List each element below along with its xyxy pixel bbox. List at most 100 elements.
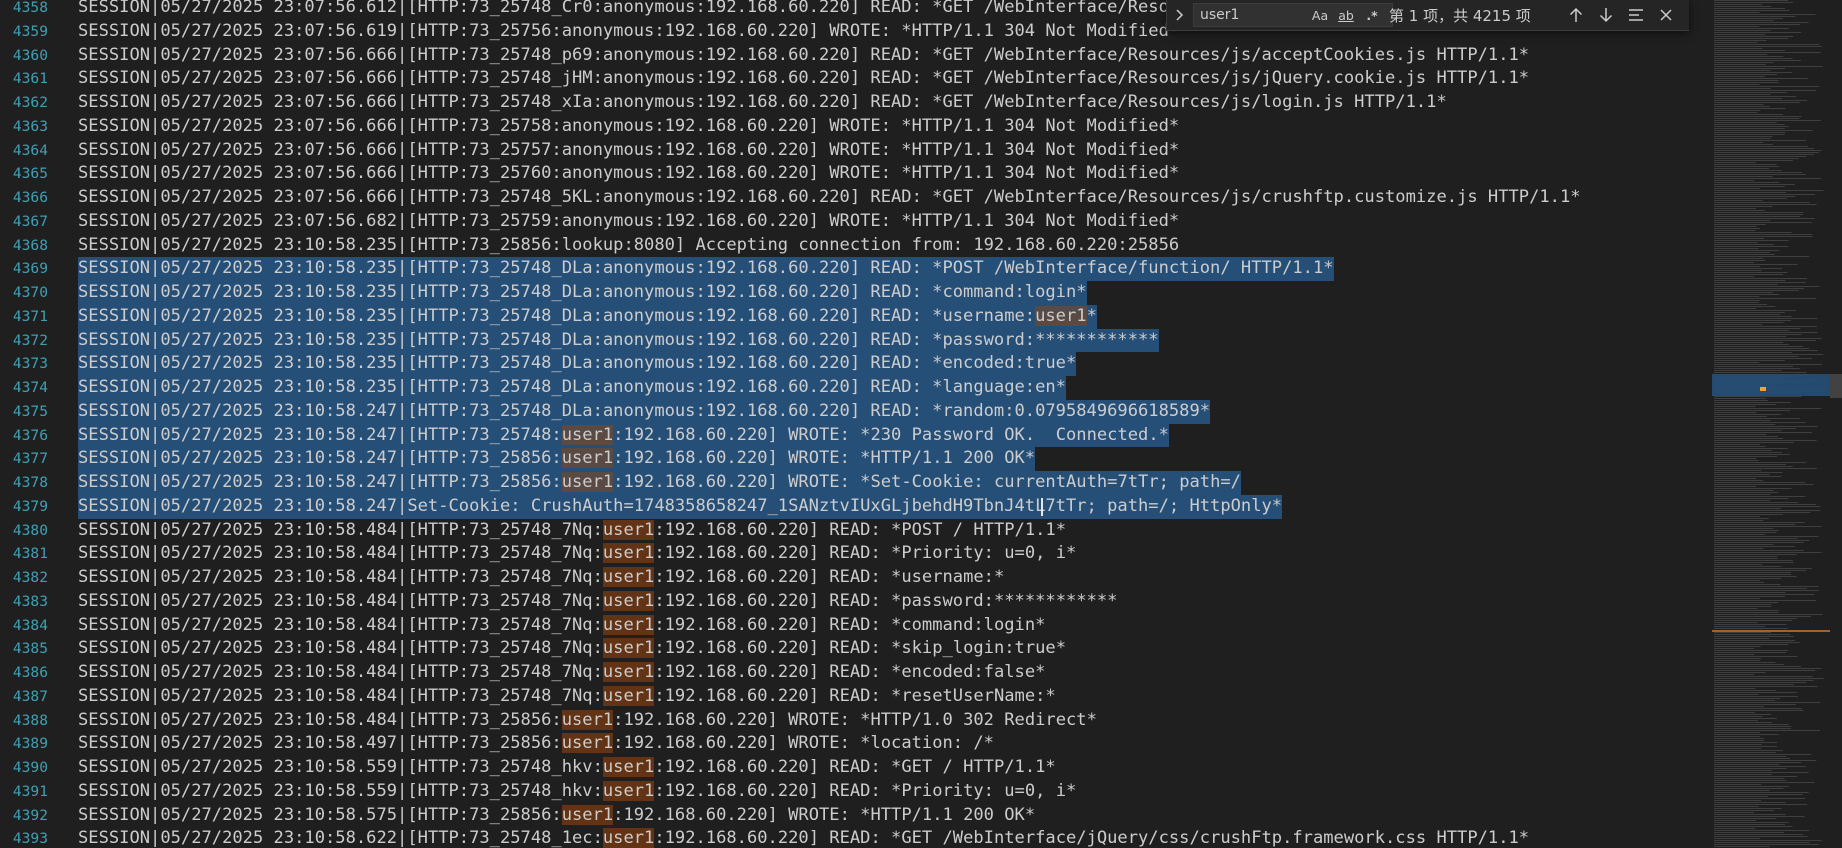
- find-in-selection-icon[interactable]: [1623, 4, 1649, 26]
- minimap-line: [1714, 236, 1814, 237]
- code-line[interactable]: 4385 SESSION|05/27/2025 23:10:58.484|[HTT…: [0, 637, 1712, 661]
- minimap-line: [1714, 842, 1810, 843]
- minimap-line: [1714, 114, 1783, 115]
- line-number: 4382: [12, 569, 48, 586]
- minimap-line: [1714, 608, 1758, 609]
- code-line[interactable]: 4388 SESSION|05/27/2025 23:10:58.484|[HTT…: [0, 709, 1712, 733]
- arrow-up-icon[interactable]: [1563, 4, 1589, 26]
- code-line[interactable]: 4389 SESSION|05/27/2025 23:10:58.497|[HTT…: [0, 732, 1712, 756]
- code-line[interactable]: 4362 SESSION|05/27/2025 23:07:56.666|[HTT…: [0, 91, 1712, 115]
- line-text: SESSION|05/27/2025 23:10:58.247|[HTTP:73…: [78, 447, 1036, 471]
- arrow-down-icon[interactable]: [1593, 4, 1619, 26]
- minimap-line: [1714, 434, 1767, 435]
- minimap-line: [1714, 806, 1759, 807]
- code-line[interactable]: 4378 SESSION|05/27/2025 23:10:58.247|[HTT…: [0, 471, 1712, 495]
- code-line[interactable]: 4376 SESSION|05/27/2025 23:10:58.247|[HTT…: [0, 423, 1712, 448]
- code-line[interactable]: 4364 SESSION|05/27/2025 23:07:56.666|[HTT…: [0, 139, 1712, 163]
- code-line[interactable]: 4363 SESSION|05/27/2025 23:07:56.666|[HTT…: [0, 115, 1712, 139]
- search-match: user1: [602, 519, 655, 540]
- find-input[interactable]: [1200, 5, 1310, 25]
- code-line[interactable]: 4379 SESSION|05/27/2025 23:10:58.247|Set-…: [0, 494, 1712, 519]
- minimap-line: [1714, 518, 1769, 519]
- editor-text-area[interactable]: 4358 SESSION|05/27/2025 23:07:56.612|[HTT…: [0, 0, 1712, 848]
- search-match: user1: [602, 567, 655, 587]
- minimap-line: [1714, 342, 1784, 343]
- code-line[interactable]: 4367 SESSION|05/27/2025 23:07:56.682|[HTT…: [0, 210, 1712, 234]
- minimap-line: [1714, 522, 1805, 523]
- minimap-line: [1714, 590, 1819, 591]
- minimap-line: [1714, 840, 1822, 841]
- code-line[interactable]: 4372 SESSION|05/27/2025 23:10:58.235|[HTT…: [0, 328, 1712, 353]
- close-icon[interactable]: [1653, 4, 1679, 26]
- code-line[interactable]: 4382 SESSION|05/27/2025 23:10:58.484|[HTT…: [0, 566, 1712, 590]
- minimap-line: [1714, 100, 1808, 101]
- minimap-line: [1714, 396, 1802, 397]
- search-match: user1: [602, 662, 655, 682]
- line-text: SESSION|05/27/2025 23:07:56.666|[HTTP:73…: [78, 115, 1180, 136]
- minimap-line: [1714, 412, 1757, 413]
- code-line[interactable]: 4369 SESSION|05/27/2025 23:10:58.235|[HTT…: [0, 257, 1712, 281]
- code-line[interactable]: 4370 SESSION|05/27/2025 23:10:58.235|[HTT…: [0, 281, 1712, 305]
- code-line[interactable]: 4365 SESSION|05/27/2025 23:07:56.666|[HTT…: [0, 162, 1712, 186]
- minimap-line: [1714, 504, 1817, 505]
- line-text: SESSION|05/27/2025 23:07:56.682|[HTTP:73…: [78, 210, 1180, 231]
- code-line[interactable]: 4393 SESSION|05/27/2025 23:10:58.622|[HTT…: [0, 827, 1712, 848]
- minimap-line: [1714, 414, 1782, 415]
- minimap-line: [1714, 118, 1800, 119]
- minimap-line: [1714, 764, 1780, 765]
- minimap-line: [1714, 40, 1767, 41]
- code-line[interactable]: 4384 SESSION|05/27/2025 23:10:58.484|[HTT…: [0, 614, 1712, 638]
- minimap-line: [1714, 614, 1823, 615]
- code-line[interactable]: 4371 SESSION|05/27/2025 23:10:58.235|[HTT…: [0, 304, 1712, 329]
- minimap-line: [1714, 746, 1777, 747]
- minimap-line: [1714, 230, 1756, 231]
- code-line[interactable]: 4366 SESSION|05/27/2025 23:07:56.666|[HTT…: [0, 186, 1712, 210]
- minimap-line: [1714, 662, 1776, 663]
- minimap-line: [1714, 846, 1771, 847]
- minimap-line: [1714, 458, 1756, 459]
- minimap-line: [1714, 276, 1755, 277]
- code-line[interactable]: 4360 SESSION|05/27/2025 23:07:56.666|[HTT…: [0, 44, 1712, 68]
- code-line[interactable]: 4368 SESSION|05/27/2025 23:10:58.235|[HTT…: [0, 234, 1712, 258]
- minimap-line: [1714, 280, 1786, 281]
- minimap-line: [1714, 694, 1759, 695]
- match-case-toggle[interactable]: Aa: [1308, 5, 1332, 25]
- code-line[interactable]: 4386 SESSION|05/27/2025 23:10:58.484|[HTT…: [0, 661, 1712, 685]
- code-line[interactable]: 4374 SESSION|05/27/2025 23:10:58.235|[HTT…: [0, 376, 1712, 400]
- code-line[interactable]: 4390 SESSION|05/27/2025 23:10:58.559|[HTT…: [0, 756, 1712, 780]
- minimap-line: [1714, 732, 1761, 733]
- minimap-line: [1714, 146, 1808, 147]
- code-line[interactable]: 4381 SESSION|05/27/2025 23:10:58.484|[HTT…: [0, 542, 1712, 566]
- code-line[interactable]: 4361 SESSION|05/27/2025 23:07:56.666|[HTT…: [0, 67, 1712, 91]
- minimap-line: [1714, 616, 1812, 617]
- vertical-scrollbar[interactable]: [1830, 0, 1842, 848]
- code-line[interactable]: 4383 SESSION|05/27/2025 23:10:58.484|[HTT…: [0, 590, 1712, 614]
- scrollbar-thumb[interactable]: [1830, 374, 1842, 398]
- line-text: SESSION|05/27/2025 23:10:58.247|[HTTP:73…: [78, 423, 1169, 448]
- line-text: SESSION|05/27/2025 23:10:58.559|[HTTP:73…: [78, 780, 1077, 801]
- code-line[interactable]: 4377 SESSION|05/27/2025 23:10:58.247|[HTT…: [0, 447, 1712, 471]
- minimap-line: [1714, 332, 1818, 333]
- minimap[interactable]: [1712, 0, 1830, 848]
- minimap-line: [1714, 314, 1781, 315]
- chevron-right-icon[interactable]: [1169, 4, 1189, 26]
- minimap-line: [1714, 520, 1764, 521]
- code-line[interactable]: 4387 SESSION|05/27/2025 23:10:58.484|[HTT…: [0, 685, 1712, 709]
- minimap-line: [1714, 144, 1773, 145]
- code-line[interactable]: 4391 SESSION|05/27/2025 23:10:58.559|[HTT…: [0, 780, 1712, 804]
- minimap-line: [1714, 686, 1818, 687]
- minimap-line: [1714, 428, 1796, 429]
- line-number: 4370: [12, 284, 48, 301]
- minimap-line: [1714, 140, 1807, 141]
- minimap-line: [1714, 534, 1766, 535]
- whole-word-toggle[interactable]: ab: [1334, 5, 1358, 25]
- code-line[interactable]: 4375 SESSION|05/27/2025 23:10:58.247|[HTT…: [0, 399, 1712, 424]
- minimap-line: [1714, 712, 1755, 713]
- code-line[interactable]: 4380 SESSION|05/27/2025 23:10:58.484|[HTT…: [0, 519, 1712, 543]
- minimap-line: [1714, 672, 1766, 673]
- code-line[interactable]: 4373 SESSION|05/27/2025 23:10:58.235|[HTT…: [0, 352, 1712, 376]
- minimap-line: [1714, 96, 1797, 97]
- minimap-line: [1714, 126, 1789, 127]
- code-line[interactable]: 4392 SESSION|05/27/2025 23:10:58.575|[HTT…: [0, 804, 1712, 828]
- regex-toggle[interactable]: .*: [1360, 5, 1384, 25]
